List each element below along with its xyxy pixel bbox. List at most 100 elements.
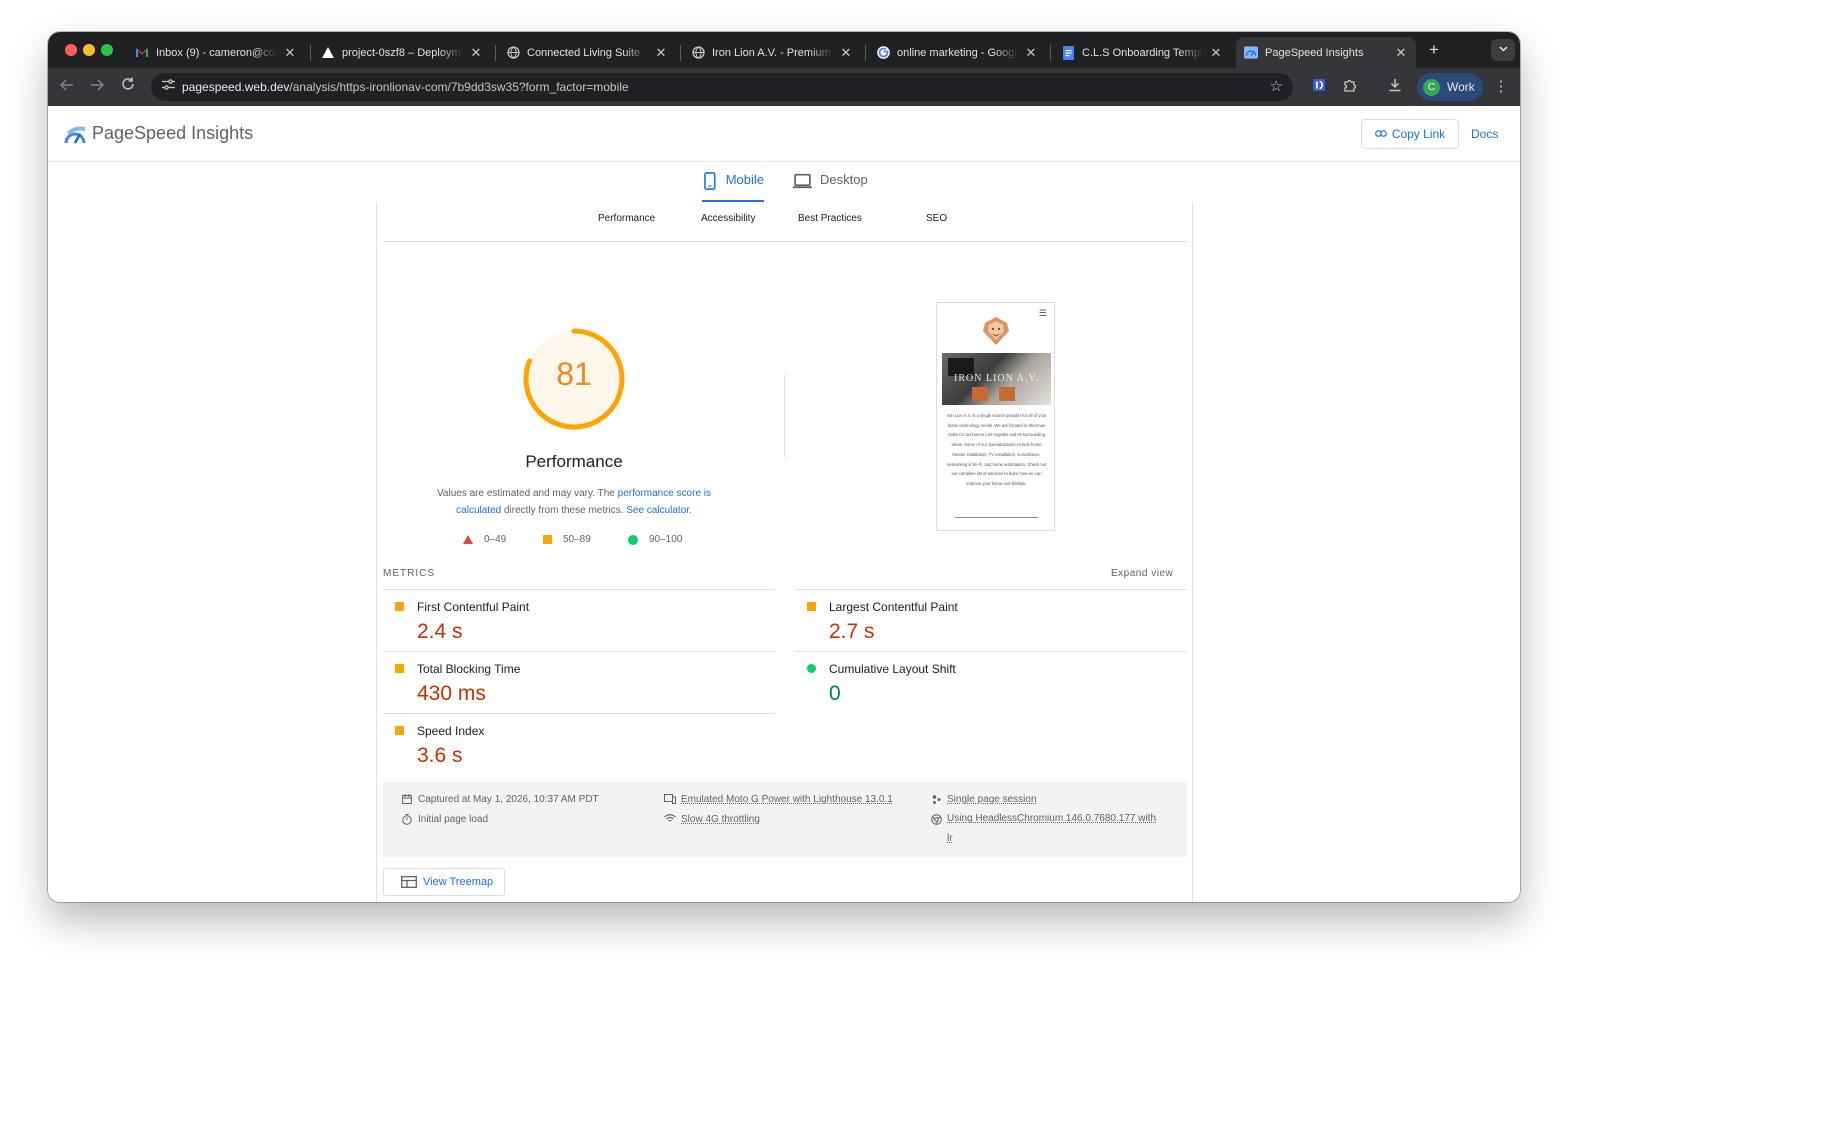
puzzle-extensions-icon[interactable] [1341, 78, 1359, 96]
run-info-emulated-device[interactable]: Emulated Moto G Power with Lighthouse 13… [664, 794, 893, 807]
back-button[interactable] [57, 77, 77, 97]
copy-link-button[interactable]: Copy Link [1361, 119, 1459, 149]
hero-chair [972, 387, 988, 401]
legend-fail: 0–49 [463, 534, 506, 545]
initial-load-text: Initial page load [418, 814, 489, 825]
close-tab-icon[interactable]: ✕ [469, 45, 483, 61]
final-screenshot[interactable]: ☰ IRON LION A.V. Iron Lion A.V. is a sin… [936, 302, 1055, 531]
triangle-fail-icon [463, 535, 473, 544]
bookmark-star-icon[interactable]: ☆ [1270, 78, 1283, 96]
page-content: PageSpeed Insights Copy Link Docs Mobile… [48, 106, 1520, 902]
iron-lion-logo-icon [983, 317, 1009, 345]
new-tab-button[interactable]: + [1424, 40, 1444, 60]
divider [955, 517, 1038, 518]
arrow-left-icon [59, 79, 73, 91]
metric-name: Cumulative Layout Shift [829, 662, 956, 676]
metrics-heading: METRICS [383, 568, 435, 579]
close-tab-icon[interactable]: ✕ [1394, 45, 1408, 61]
url-text: pagespeed.web.dev/analysis/https-ironlio… [182, 80, 629, 94]
browser-text-line2: lr [947, 833, 953, 844]
see-calculator-link[interactable]: See calculator. [626, 505, 692, 516]
phone-icon [704, 172, 716, 190]
tab-mobile-label: Mobile [725, 172, 764, 187]
profile-button[interactable]: C Work [1417, 73, 1483, 101]
extension-icon[interactable] [1310, 78, 1328, 96]
note-text: directly from these metrics. [501, 505, 627, 516]
tab-title: C.L.S Onboarding Templa [1082, 46, 1203, 59]
forward-button[interactable] [87, 77, 107, 97]
metric-value: 430 ms [417, 682, 486, 705]
psi-header: PageSpeed Insights Copy Link Docs [48, 106, 1520, 162]
close-tab-icon[interactable]: ✕ [283, 45, 297, 61]
performance-label: Performance [525, 452, 623, 471]
circle-pass-icon [807, 664, 816, 673]
legend-range: 50–89 [563, 534, 591, 545]
view-treemap-label: View Treemap [423, 876, 494, 888]
window-close-button[interactable] [65, 44, 77, 56]
square-average-icon [543, 535, 552, 544]
browser-tab[interactable]: C.L.S Onboarding Templa ✕ [1053, 37, 1231, 68]
site-settings-icon[interactable] [159, 78, 177, 96]
tab-search-button[interactable] [1491, 39, 1515, 61]
tab-title: Inbox (9) - cameron@con [156, 46, 277, 59]
tab-desktop[interactable]: Desktop [793, 172, 873, 202]
pagespeed-icon [1244, 46, 1258, 60]
close-tab-icon[interactable]: ✕ [1024, 45, 1038, 61]
metric-name: Largest Contentful Paint [829, 600, 958, 614]
divider [784, 375, 785, 457]
google-icon [876, 46, 890, 60]
tab-mobile[interactable]: Mobile [702, 172, 764, 202]
captured-text: Captured at May 1, 2026, 10:37 AM PDT [418, 794, 599, 805]
metric-name: Total Blocking Time [417, 662, 521, 676]
metric-largest-contentful-paint: Largest Contentful Paint 2.7 s [795, 589, 1187, 651]
reload-button[interactable] [118, 77, 138, 97]
metric-name: Speed Index [417, 724, 485, 738]
window-minimize-button[interactable] [83, 44, 95, 56]
treemap-icon [401, 876, 417, 888]
browser-tab[interactable]: online marketing - Google ✕ [868, 37, 1046, 68]
view-treemap-button[interactable]: View Treemap [383, 868, 505, 896]
tab-separator [495, 45, 496, 61]
category-best-practices[interactable]: Best Practices [798, 213, 862, 224]
category-performance[interactable]: Performance [598, 213, 655, 224]
run-info-throttling[interactable]: Slow 4G throttling [664, 814, 760, 826]
run-info-browser[interactable]: Using HeadlessChromium 146.0.7680.177 wi… [930, 813, 1156, 849]
run-info-initial-load: Initial page load [401, 814, 488, 828]
category-accessibility[interactable]: Accessibility [701, 213, 755, 224]
browser-tab-active[interactable]: PageSpeed Insights ✕ [1236, 37, 1416, 68]
close-tab-icon[interactable]: ✕ [1209, 45, 1223, 61]
square-average-icon [395, 664, 404, 673]
close-tab-icon[interactable]: ✕ [839, 45, 853, 61]
timer-icon [401, 814, 413, 828]
more-menu-icon[interactable]: ⋮ [1492, 77, 1510, 95]
browser-tab[interactable]: project-0szf8 – Deployme ✕ [313, 37, 491, 68]
download-icon[interactable] [1386, 78, 1404, 96]
avatar: C [1423, 78, 1440, 96]
run-info-session[interactable]: Single page session [930, 794, 1037, 808]
docs-link[interactable]: Docs [1471, 127, 1498, 141]
window-maximize-button[interactable] [101, 44, 113, 56]
device-icon [664, 794, 676, 807]
close-tab-icon[interactable]: ✕ [654, 45, 668, 61]
address-bar[interactable]: pagespeed.web.dev/analysis/https-ironlio… [151, 73, 1293, 101]
lighthouse-report: Performance Accessibility Best Practices… [376, 202, 1193, 902]
browser-tab[interactable]: Connected Living Suite - I ✕ [498, 37, 676, 68]
metric-name: First Contentful Paint [417, 600, 530, 614]
metric-speed-index: Speed Index 3.6 s [383, 713, 775, 775]
gmail-icon [135, 46, 149, 60]
globe-icon [506, 46, 520, 60]
link-icon [1374, 128, 1387, 140]
wifi-icon [664, 814, 676, 826]
browser-tab[interactable]: Iron Lion A.V. - Premium A ✕ [683, 37, 861, 68]
square-average-icon [395, 602, 404, 611]
globe-icon [691, 46, 705, 60]
tab-desktop-label: Desktop [820, 172, 868, 187]
tab-strip: Inbox (9) - cameron@con ✕ project-0szf8 … [48, 32, 1520, 68]
tab-separator [680, 45, 681, 61]
expand-view-toggle[interactable]: Expand view [1111, 568, 1173, 579]
score-note: Values are estimated and may vary. The p… [414, 485, 734, 519]
browser-tab[interactable]: Inbox (9) - cameron@con ✕ [127, 37, 305, 68]
category-seo[interactable]: SEO [926, 213, 947, 224]
legend-range: 0–49 [484, 534, 507, 545]
pagespeed-logo-icon[interactable] [64, 123, 86, 145]
